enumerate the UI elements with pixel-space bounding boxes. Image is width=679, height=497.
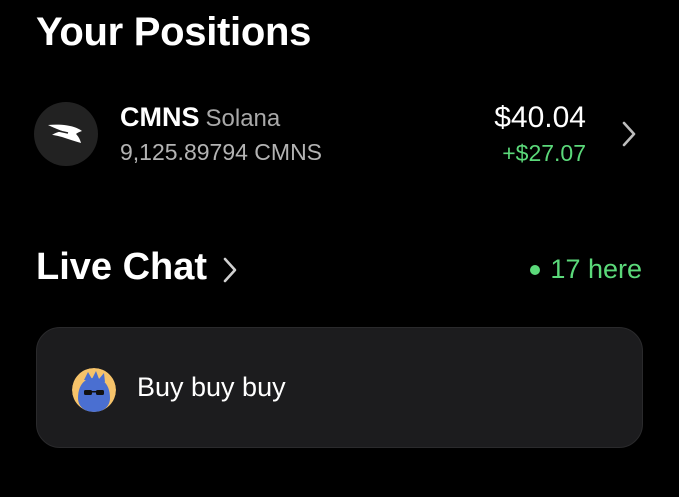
token-amount: 9,125.89794 CMNS: [120, 139, 323, 165]
chat-message-card[interactable]: Buy buy buy: [36, 327, 643, 448]
token-symbol: CMNS: [120, 102, 200, 132]
chat-message-text: Buy buy buy: [137, 372, 286, 402]
positions-title: Your Positions: [36, 10, 312, 54]
bird-logo-icon: [34, 102, 98, 166]
online-presence: 17 here: [530, 254, 642, 285]
position-value: $40.04: [494, 101, 586, 134]
presence-count: 17 here: [550, 254, 642, 284]
chevron-right-icon: [223, 257, 237, 282]
live-chat-title: Live Chat: [36, 246, 208, 288]
live-chat-header[interactable]: Live Chat: [36, 246, 239, 289]
online-dot-icon: [530, 264, 541, 275]
chevron-right-icon: [622, 121, 636, 147]
token-chain: Solana: [205, 105, 281, 132]
token-name-line: CMNS Solana: [120, 102, 280, 133]
position-change: +$27.07: [502, 140, 586, 166]
sunglasses-avatar-icon: [72, 368, 116, 412]
position-row-cmns[interactable]: CMNS Solana 9,125.89794 CMNS $40.04 +$27.…: [34, 98, 644, 170]
